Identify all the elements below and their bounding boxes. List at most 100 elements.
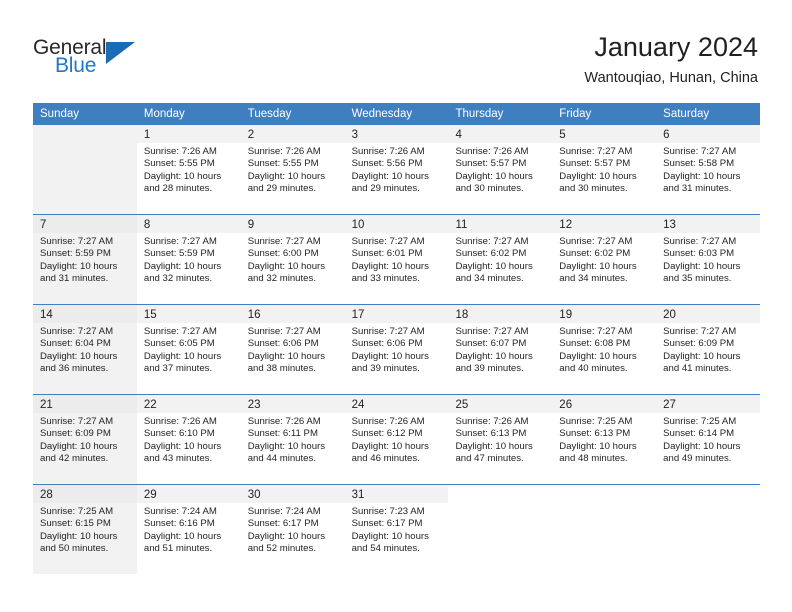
sunrise-text: Sunrise: 7:27 AM: [559, 146, 633, 157]
day-cell[interactable]: 28 Sunrise: 7:25 AM Sunset: 6:15 PM Dayligh…: [33, 485, 137, 574]
day-number-band: 22: [136, 395, 241, 413]
day-cell[interactable]: 4 Sunrise: 7:26 AM Sunset: 5:57 PM Daylight…: [448, 125, 553, 214]
daylight-text-line1: Daylight: 10 hours: [247, 440, 326, 452]
day-number-band: 25: [448, 395, 553, 413]
day-cell[interactable]: 29 Sunrise: 7:24 AM Sunset: 6:16 PM Dayligh…: [136, 485, 241, 574]
sunset-text: Sunset: 6:14 PM: [663, 428, 735, 440]
daylight-text-line2: and 54 minutes.: [351, 543, 420, 555]
day-number-band: 26: [552, 395, 657, 413]
daylight-text-line1: Daylight: 10 hours: [247, 260, 326, 272]
day-number: 19: [559, 309, 573, 321]
daylight-text-line1: Daylight: 10 hours: [663, 440, 741, 452]
day-number: 10: [351, 219, 365, 231]
day-cell[interactable]: 14 Sunrise: 7:27 AM Sunset: 6:04 PM Dayligh…: [33, 305, 137, 394]
day-details: Sunrise: 7:26 AM Sunset: 6:10 PM Daylight:…: [137, 413, 241, 466]
sunset-text: Sunset: 5:56 PM: [351, 158, 423, 170]
day-cell[interactable]: 9 Sunrise: 7:27 AM Sunset: 6:00 PM Daylight…: [240, 215, 345, 304]
day-cell[interactable]: 1 Sunrise: 7:26 AM Sunset: 5:55 PM Daylight…: [136, 125, 241, 214]
location-subtitle: Wantouqiao, Hunan, China: [584, 70, 758, 86]
weekday-header-row: Sunday Monday Tuesday Wednesday Thursday…: [33, 103, 760, 125]
day-cell[interactable]: 12 Sunrise: 7:27 AM Sunset: 6:02 PM Dayligh…: [552, 215, 657, 304]
day-number: 17: [351, 309, 365, 321]
sunset-text: Sunset: 6:10 PM: [143, 428, 215, 440]
day-cell[interactable]: 17 Sunrise: 7:27 AM Sunset: 6:06 PM Dayligh…: [344, 305, 449, 394]
sunrise-text: Sunrise: 7:27 AM: [143, 236, 217, 247]
sunset-text: Sunset: 6:13 PM: [455, 428, 527, 440]
sunrise-text: Sunrise: 7:27 AM: [559, 236, 633, 247]
day-cell[interactable]: 31 Sunrise: 7:23 AM Sunset: 6:17 PM Dayligh…: [344, 485, 449, 574]
calendar-grid: Sunday Monday Tuesday Wednesday Thursday…: [33, 103, 761, 574]
sunset-text: Sunset: 6:11 PM: [247, 428, 318, 440]
day-details: Sunrise: 7:25 AM Sunset: 6:13 PM Daylight:…: [552, 413, 656, 466]
day-number-band: 7: [33, 215, 137, 233]
day-details: Sunrise: 7:26 AM Sunset: 6:11 PM Daylight:…: [241, 413, 345, 466]
day-cell[interactable]: 16 Sunrise: 7:27 AM Sunset: 6:06 PM Dayligh…: [240, 305, 345, 394]
day-cell[interactable]: 21 Sunrise: 7:27 AM Sunset: 6:09 PM Dayligh…: [33, 395, 137, 484]
day-cell[interactable]: 5 Sunrise: 7:27 AM Sunset: 5:57 PM Daylight…: [552, 125, 657, 214]
daylight-text-line2: and 34 minutes.: [559, 273, 628, 285]
day-number-band: 15: [136, 305, 241, 323]
day-cell[interactable]: 23 Sunrise: 7:26 AM Sunset: 6:11 PM Dayligh…: [240, 395, 345, 484]
week-row: 14 Sunrise: 7:27 AM Sunset: 6:04 PM Dayligh…: [33, 304, 761, 394]
day-cell[interactable]: 3 Sunrise: 7:26 AM Sunset: 5:56 PM Daylight…: [344, 125, 449, 214]
day-details: Sunrise: 7:27 AM Sunset: 6:03 PM Daylight:…: [656, 233, 760, 286]
day-number: 24: [351, 399, 365, 411]
sunrise-text: Sunrise: 7:25 AM: [559, 416, 633, 427]
day-number: 18: [455, 309, 469, 321]
day-cell[interactable]: 13 Sunrise: 7:27 AM Sunset: 6:03 PM Dayligh…: [656, 215, 761, 304]
day-cell[interactable]: 18 Sunrise: 7:27 AM Sunset: 6:07 PM Dayligh…: [448, 305, 553, 394]
daylight-text-line2: and 33 minutes.: [351, 273, 420, 285]
day-cell[interactable]: 26 Sunrise: 7:25 AM Sunset: 6:13 PM Dayligh…: [552, 395, 657, 484]
day-details: Sunrise: 7:27 AM Sunset: 5:57 PM Daylight:…: [552, 143, 656, 196]
day-cell[interactable]: 24 Sunrise: 7:26 AM Sunset: 6:12 PM Dayligh…: [344, 395, 449, 484]
day-cell[interactable]: 11 Sunrise: 7:27 AM Sunset: 6:02 PM Dayligh…: [448, 215, 553, 304]
day-cell[interactable]: 20 Sunrise: 7:27 AM Sunset: 6:09 PM Dayligh…: [656, 305, 761, 394]
daylight-text-line1: Daylight: 10 hours: [351, 440, 429, 452]
day-number: 30: [247, 489, 261, 501]
week-row: 28 Sunrise: 7:25 AM Sunset: 6:15 PM Dayligh…: [33, 484, 761, 574]
day-details: Sunrise: 7:26 AM Sunset: 5:57 PM Daylight:…: [448, 143, 552, 196]
logo-text-blue: Blue: [55, 54, 97, 77]
daylight-text-line2: and 28 minutes.: [143, 183, 213, 195]
day-cell[interactable]: 25 Sunrise: 7:26 AM Sunset: 6:13 PM Dayligh…: [448, 395, 553, 484]
day-details: Sunrise: 7:27 AM Sunset: 5:58 PM Daylight:…: [656, 143, 760, 196]
sunset-text: Sunset: 6:09 PM: [663, 338, 735, 350]
sunset-text: Sunset: 6:16 PM: [143, 518, 215, 530]
sunrise-text: Sunrise: 7:26 AM: [247, 416, 321, 427]
day-cell[interactable]: 19 Sunrise: 7:27 AM Sunset: 6:08 PM Dayligh…: [552, 305, 657, 394]
day-details: Sunrise: 7:27 AM Sunset: 5:59 PM Daylight:…: [137, 233, 241, 286]
day-cell[interactable]: 6 Sunrise: 7:27 AM Sunset: 5:58 PM Daylight…: [656, 125, 761, 214]
day-cell[interactable]: 8 Sunrise: 7:27 AM Sunset: 5:59 PM Daylight…: [136, 215, 241, 304]
day-number-band: 28: [33, 485, 137, 503]
day-number: 13: [663, 219, 676, 231]
day-number: 23: [247, 399, 261, 411]
general-blue-logo[interactable]: General Blue: [33, 36, 163, 82]
day-cell[interactable]: 15 Sunrise: 7:27 AM Sunset: 6:05 PM Dayligh…: [136, 305, 241, 394]
sunrise-text: Sunrise: 7:27 AM: [559, 326, 633, 337]
sunrise-text: Sunrise: 7:27 AM: [455, 326, 529, 337]
day-cell[interactable]: 30 Sunrise: 7:24 AM Sunset: 6:17 PM Dayligh…: [240, 485, 345, 574]
daylight-text-line1: Daylight: 10 hours: [40, 530, 118, 542]
sunset-text: Sunset: 6:12 PM: [351, 428, 423, 440]
daylight-text-line2: and 29 minutes.: [247, 183, 316, 195]
sunrise-text: Sunrise: 7:26 AM: [351, 146, 425, 157]
daylight-text-line2: and 38 minutes.: [247, 363, 316, 375]
day-cell[interactable]: 10 Sunrise: 7:27 AM Sunset: 6:01 PM Dayligh…: [344, 215, 449, 304]
weekday-header-wednesday: Wednesday: [351, 108, 413, 120]
day-cell[interactable]: 7 Sunrise: 7:27 AM Sunset: 5:59 PM Daylight…: [33, 215, 137, 304]
day-details: Sunrise: 7:27 AM Sunset: 6:02 PM Daylight:…: [552, 233, 656, 286]
day-cell[interactable]: 22 Sunrise: 7:26 AM Sunset: 6:10 PM Dayligh…: [136, 395, 241, 484]
day-cell[interactable]: 2 Sunrise: 7:26 AM Sunset: 5:55 PM Daylight…: [240, 125, 345, 214]
day-details: Sunrise: 7:26 AM Sunset: 6:13 PM Daylight:…: [448, 413, 552, 466]
sunset-text: Sunset: 5:58 PM: [663, 158, 735, 170]
sunset-text: Sunset: 6:04 PM: [40, 338, 111, 350]
day-number-band: 24: [344, 395, 449, 413]
daylight-text-line2: and 47 minutes.: [455, 453, 524, 465]
day-details: Sunrise: 7:26 AM Sunset: 6:12 PM Daylight:…: [345, 413, 449, 466]
day-details: Sunrise: 7:26 AM Sunset: 5:55 PM Daylight:…: [241, 143, 345, 196]
page-title: January 2024: [594, 32, 758, 62]
sunset-text: Sunset: 6:02 PM: [455, 248, 527, 260]
logo-triangle-icon: [106, 42, 135, 64]
day-cell[interactable]: 27 Sunrise: 7:25 AM Sunset: 6:14 PM Dayligh…: [656, 395, 761, 484]
day-number-band: 19: [552, 305, 657, 323]
